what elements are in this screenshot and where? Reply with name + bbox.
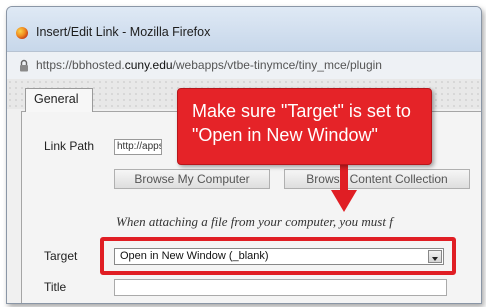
target-highlight-box (100, 237, 456, 275)
firefox-icon (16, 27, 28, 39)
target-label: Target (44, 249, 78, 263)
window-title: Insert/Edit Link - Mozilla Firefox (36, 25, 211, 39)
browse-content-collection-button[interactable]: Browse Content Collection (284, 169, 470, 189)
callout-line-2: "Open in New Window" (192, 125, 378, 145)
title-bar: Insert/Edit Link - Mozilla Firefox (7, 7, 481, 51)
url-text: https://bbhosted.cuny.edu/webapps/vtbe-t… (36, 58, 382, 72)
url-domain: cuny.edu (124, 58, 173, 72)
link-path-input[interactable]: http://apps.a (114, 139, 162, 155)
title-label: Title (44, 280, 67, 294)
arrow-down-icon (331, 160, 357, 212)
browse-my-computer-button[interactable]: Browse My Computer (114, 169, 270, 189)
tab-general[interactable]: General (25, 88, 93, 112)
url-suffix: /webapps/vtbe-tinymce/tiny_mce/plugin (172, 58, 382, 72)
callout-text: Make sure "Target" is set to "Open in Ne… (192, 99, 411, 147)
url-prefix: https://bbhosted. (36, 58, 125, 72)
lock-icon (20, 59, 28, 72)
callout-line-1: Make sure "Target" is set to (192, 101, 411, 121)
attach-hint-text: When attaching a file from your computer… (116, 214, 393, 229)
instruction-callout: Make sure "Target" is set to "Open in Ne… (177, 88, 432, 165)
title-input[interactable] (114, 279, 447, 296)
address-bar[interactable]: https://bbhosted.cuny.edu/webapps/vtbe-t… (7, 51, 481, 80)
link-path-label: Link Path (44, 139, 95, 153)
